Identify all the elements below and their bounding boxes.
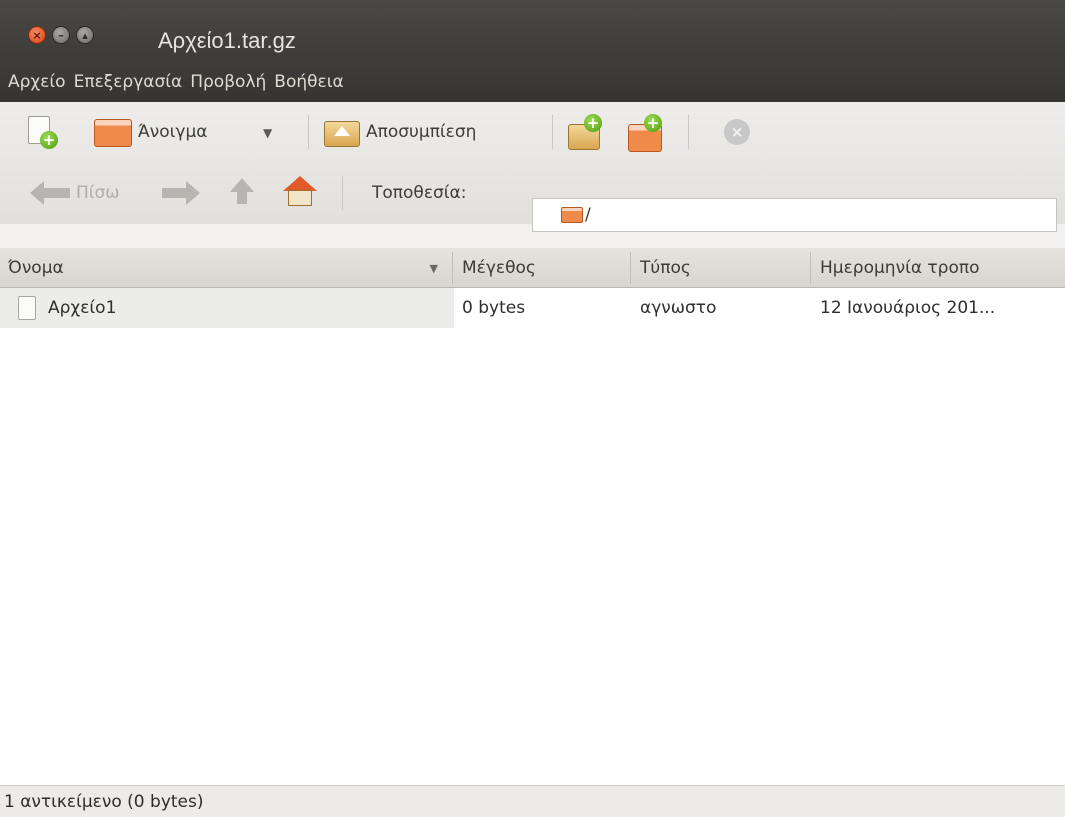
open-button[interactable]: Άνοιγμα [94,115,280,151]
column-separator[interactable] [452,252,453,284]
column-header-modified-label: Ημερομηνία τροπο [820,258,980,278]
status-text: 1 αντικείμενο (0 bytes) [4,791,204,812]
column-header-modified[interactable]: Ημερομηνία τροπο [812,248,1065,288]
file-name: Αρχείο1 [48,298,117,318]
forward-button[interactable] [162,176,202,210]
home-icon-body [288,190,312,206]
extract-label: Αποσυμπίεση [366,122,477,142]
toolbar-separator [342,176,343,210]
status-bar: 1 αντικείμενο (0 bytes) [0,785,1065,817]
menu-view[interactable]: Προβολή [190,72,266,92]
open-dropdown-arrow[interactable]: ▼ [263,126,272,140]
column-header-type[interactable]: Τύπος [632,248,810,288]
column-header-size-label: Μέγεθος [462,258,536,278]
location-field[interactable]: / [532,198,1057,232]
window-controls: × – ▴ [28,26,94,44]
add-icon: + [644,114,662,132]
toolbar-separator [552,115,553,149]
toolbar-separator [688,115,689,149]
menu-edit[interactable]: Επεξεργασία [74,72,183,92]
file-icon [18,296,36,320]
column-separator[interactable] [630,252,631,284]
column-header: Όνομα ▼ Μέγεθος Τύπος Ημερομηνία τροπο [0,248,1065,288]
toolbar: + Άνοιγμα ▼ Αποσυμπίεση + + × Πίσω Τοποθ… [0,102,1065,232]
add-icon: + [40,131,58,149]
back-label: Πίσω [76,183,120,203]
up-button[interactable] [228,174,256,208]
column-header-name-label: Όνομα [8,258,64,278]
column-separator[interactable] [810,252,811,284]
minimize-icon: – [58,28,64,42]
extract-icon [324,121,360,147]
file-name-cell: Αρχείο1 [0,288,454,328]
file-date: 12 Ιανουάριος 201... [820,298,996,318]
stop-button[interactable]: × [724,119,750,145]
new-archive-button[interactable]: + [28,116,60,150]
back-button[interactable]: Πίσω [30,176,150,210]
forward-arrow-icon [186,181,200,205]
add-folder-button[interactable]: + [628,114,666,152]
location-value: / [585,205,591,225]
open-folder-icon [94,119,132,147]
stop-icon: × [730,123,744,141]
maximize-window-button[interactable]: ▴ [76,26,94,44]
location-label: Τοποθεσία: [372,183,467,203]
home-button[interactable] [282,174,318,208]
column-header-type-label: Τύπος [640,258,691,278]
home-icon [283,176,317,191]
file-size: 0 bytes [462,298,526,318]
extract-button[interactable]: Αποσυμπίεση [324,115,540,151]
title-bar: × – ▴ Αρχείο1.tar.gz [0,0,1065,62]
toolbar-separator [308,115,309,149]
add-icon: + [584,114,602,132]
open-label: Άνοιγμα [138,122,208,142]
add-files-button[interactable]: + [568,114,606,152]
up-arrow-icon [230,178,254,192]
file-type: αγνωστο [640,298,717,318]
back-arrow-icon [30,181,44,205]
maximize-icon: ▴ [82,28,88,42]
menu-file[interactable]: Αρχείο [8,72,66,92]
forward-arrow-shaft [162,188,186,198]
file-list: Όνομα ▼ Μέγεθος Τύπος Ημερομηνία τροπο Α… [0,248,1065,785]
window-title: Αρχείο1.tar.gz [158,28,296,53]
menu-bar: Αρχείο Επεξεργασία Προβολή Βοήθεια [0,62,1065,102]
menu-help[interactable]: Βοήθεια [274,72,343,92]
folder-icon [561,207,583,223]
back-arrow-shaft [44,188,70,198]
column-header-name[interactable]: Όνομα ▼ [0,248,452,288]
minimize-window-button[interactable]: – [52,26,70,44]
column-header-size[interactable]: Μέγεθος [454,248,630,288]
up-arrow-shaft [237,192,247,204]
close-icon: × [32,28,42,42]
sort-indicator-icon: ▼ [429,261,438,275]
table-row[interactable]: Αρχείο1 0 bytes αγνωστο 12 Ιανουάριος 20… [0,288,1065,328]
toolbar-actions: + Άνοιγμα ▼ Αποσυμπίεση + + × [0,102,1065,162]
close-window-button[interactable]: × [28,26,46,44]
